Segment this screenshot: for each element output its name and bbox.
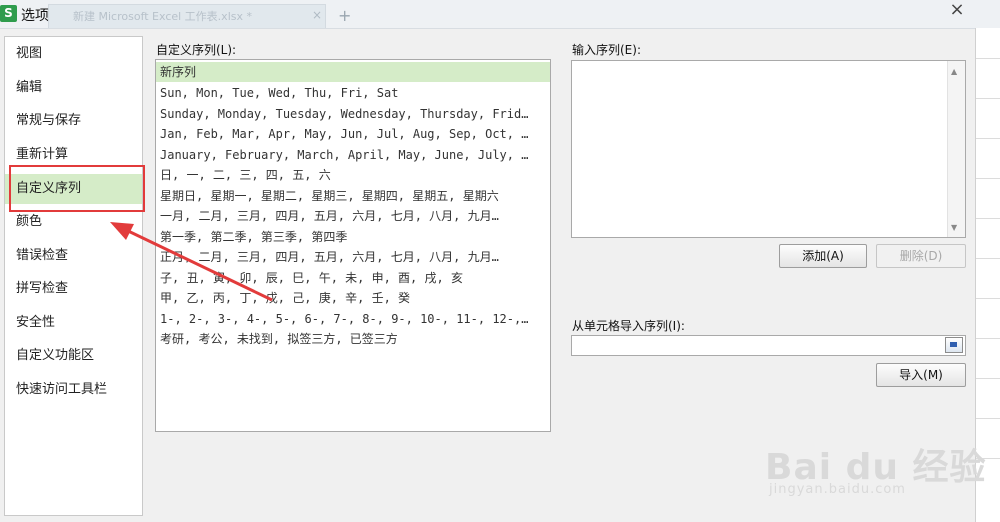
sidebar-item-quick-access-toolbar[interactable]: 快速访问工具栏 — [5, 375, 142, 405]
import-button[interactable]: 导入(M) — [876, 363, 966, 387]
list-item[interactable]: 正月, 二月, 三月, 四月, 五月, 六月, 七月, 八月, 九月… — [156, 247, 550, 267]
new-tab-plus-icon[interactable]: + — [338, 6, 351, 25]
grid-line — [976, 98, 1000, 99]
sidebar-item-view[interactable]: 视图 — [5, 39, 142, 69]
list-item[interactable]: Jan, Feb, Mar, Apr, May, Jun, Jul, Aug, … — [156, 124, 550, 144]
add-button[interactable]: 添加(A) — [779, 244, 867, 268]
close-dialog-button[interactable]: × — [944, 0, 970, 22]
range-picker-icon[interactable] — [945, 337, 963, 353]
custom-lists-listbox[interactable]: 新序列 Sun, Mon, Tue, Wed, Thu, Fri, Sat Su… — [155, 59, 551, 432]
baidu-jingyan-watermark: Bai du 经验 jingyan.baidu.com — [765, 438, 987, 497]
sidebar-item-security[interactable]: 安全性 — [5, 308, 142, 338]
grid-line — [976, 378, 1000, 379]
title-bar: S 选项 新建 Microsoft Excel 工作表.xlsx * × + × — [0, 0, 1000, 29]
list-item[interactable]: 甲, 乙, 丙, 丁, 戊, 己, 庚, 辛, 壬, 癸 — [156, 288, 550, 308]
list-item-new-list[interactable]: 新序列 — [156, 62, 550, 82]
options-category-sidebar: 视图 编辑 常规与保存 重新计算 自定义序列 颜色 错误检查 拼写检查 安全性 … — [4, 36, 143, 516]
list-item[interactable]: Sunday, Monday, Tuesday, Wednesday, Thur… — [156, 104, 550, 124]
wps-spreadsheet-icon: S — [0, 5, 17, 22]
sidebar-item-general-save[interactable]: 常规与保存 — [5, 106, 142, 136]
list-item[interactable]: 一月, 二月, 三月, 四月, 五月, 六月, 七月, 八月, 九月… — [156, 206, 550, 226]
grid-line — [976, 138, 1000, 139]
sidebar-item-spell-check[interactable]: 拼写检查 — [5, 274, 142, 304]
sidebar-item-edit[interactable]: 编辑 — [5, 73, 142, 103]
list-item[interactable]: 子, 丑, 寅, 卯, 辰, 巳, 午, 未, 申, 酉, 戌, 亥 — [156, 268, 550, 288]
sidebar-item-customize-ribbon[interactable]: 自定义功能区 — [5, 341, 142, 371]
grid-line — [976, 58, 1000, 59]
list-item[interactable]: 日, 一, 二, 三, 四, 五, 六 — [156, 165, 550, 185]
list-item[interactable]: 考研, 考公, 未找到, 拟签三方, 已签三方 — [156, 329, 550, 349]
import-from-cells-label: 从单元格导入序列(I): — [572, 319, 685, 333]
grid-line — [976, 338, 1000, 339]
list-item[interactable]: 1-, 2-, 3-, 4-, 5-, 6-, 7-, 8-, 9-, 10-,… — [156, 309, 550, 329]
grid-line — [976, 418, 1000, 419]
custom-lists-label: 自定义序列(L): — [156, 43, 237, 57]
grid-line — [976, 178, 1000, 179]
list-item[interactable]: Sun, Mon, Tue, Wed, Thu, Fri, Sat — [156, 83, 550, 103]
list-item[interactable]: 星期日, 星期一, 星期二, 星期三, 星期四, 星期五, 星期六 — [156, 186, 550, 206]
grid-line — [976, 218, 1000, 219]
import-range-input[interactable] — [571, 335, 966, 356]
list-item[interactable]: 第一季, 第二季, 第三季, 第四季 — [156, 227, 550, 247]
list-entries-textarea[interactable]: ▲ ▼ — [571, 60, 966, 238]
annotation-highlight-box — [9, 165, 145, 212]
background-tab-close-icon[interactable]: × — [312, 8, 322, 22]
sidebar-item-error-checking[interactable]: 错误检查 — [5, 241, 142, 271]
list-item[interactable]: January, February, March, April, May, Ju… — [156, 145, 550, 165]
dialog-title: 选项 — [21, 8, 49, 24]
grid-line — [976, 258, 1000, 259]
list-entries-label: 输入序列(E): — [572, 43, 641, 57]
list-entries-scrollbar[interactable]: ▲ ▼ — [947, 61, 965, 237]
scroll-down-icon[interactable]: ▼ — [951, 223, 957, 232]
watermark-url: jingyan.baidu.com — [769, 482, 906, 497]
scroll-up-icon[interactable]: ▲ — [951, 67, 957, 76]
grid-line — [976, 298, 1000, 299]
background-workbook-tab[interactable]: 新建 Microsoft Excel 工作表.xlsx * — [48, 4, 326, 28]
delete-button[interactable]: 删除(D) — [876, 244, 966, 268]
